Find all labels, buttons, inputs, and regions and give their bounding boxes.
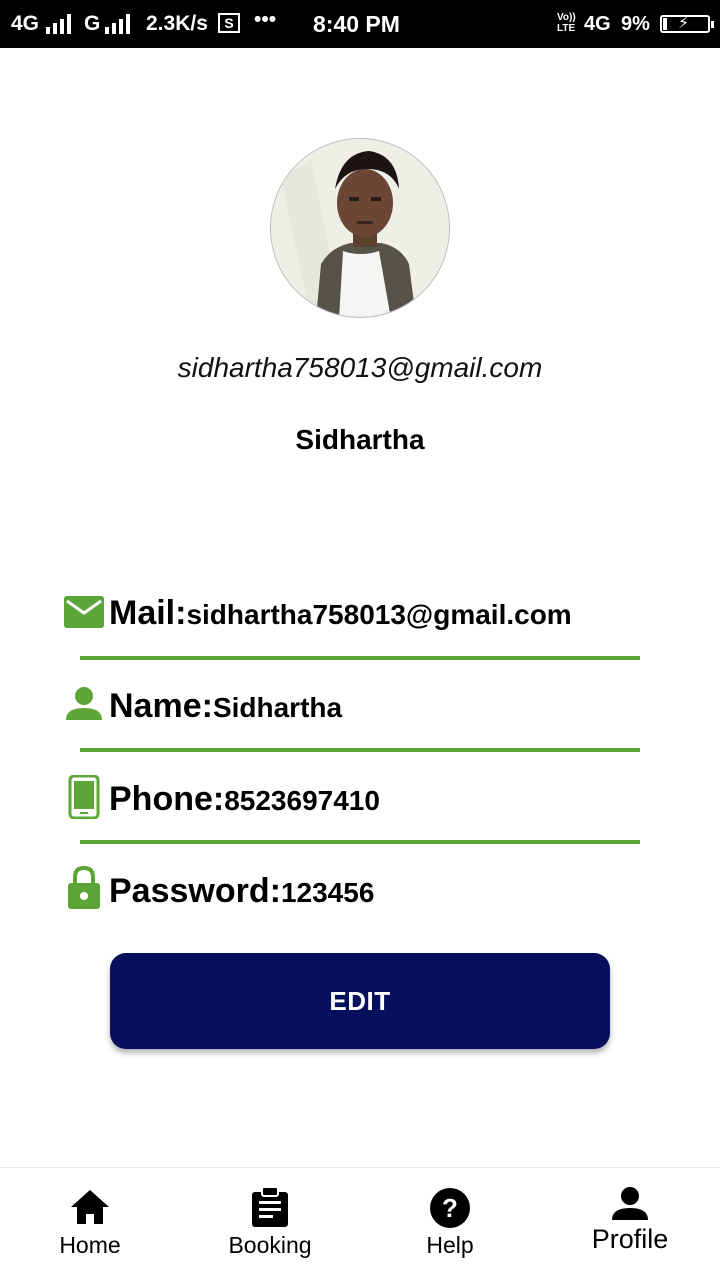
nav-booking[interactable]: Booking	[180, 1168, 360, 1281]
phone-field: Phone:8523697410	[109, 780, 380, 819]
mail-value: sidhartha758013@gmail.com	[186, 599, 572, 630]
profile-email: sidhartha758013@gmail.com	[177, 352, 543, 383]
nav-profile-label: Profile	[591, 1224, 669, 1254]
bottom-navigation: Home Booking ? Help Profile	[0, 1167, 720, 1281]
phone-label: Phone:	[109, 780, 225, 818]
network-speed: 2.3K/s	[146, 12, 208, 35]
profile-icon	[612, 1187, 648, 1220]
nav-booking-label: Booking	[228, 1232, 312, 1258]
nav-help[interactable]: ? Help	[360, 1168, 540, 1281]
name-divider	[80, 748, 640, 752]
nav-help-label: Help	[426, 1232, 474, 1258]
person-icon	[66, 686, 106, 726]
signal-icon-2	[105, 14, 130, 34]
home-icon	[71, 1190, 109, 1224]
volte-indicator: Vo)) LTE	[557, 12, 576, 34]
name-value: Sidhartha	[212, 692, 343, 723]
password-label: Password:	[109, 872, 281, 910]
network-type-1: 4G	[11, 12, 40, 35]
clock: 8:40 PM	[313, 11, 400, 37]
network-type-3: 4G	[584, 13, 611, 35]
edit-button[interactable]: EDIT	[110, 953, 610, 1049]
phone-divider	[80, 840, 640, 844]
phone-value: 8523697410	[224, 785, 380, 816]
network-type-2: G	[84, 12, 101, 35]
help-icon: ?	[430, 1188, 470, 1228]
nav-home-label: Home	[59, 1232, 121, 1258]
booking-icon	[252, 1186, 288, 1227]
name-field: Name:Sidhartha	[109, 687, 342, 726]
screenshot-icon: S	[218, 13, 240, 33]
mail-divider	[80, 656, 640, 660]
nav-profile[interactable]: Profile	[540, 1168, 720, 1281]
svg-text:?: ?	[442, 1193, 458, 1223]
profile-avatar[interactable]	[270, 138, 450, 318]
signal-icon-1	[46, 14, 71, 34]
nav-home[interactable]: Home	[0, 1168, 180, 1281]
more-notifications-icon: •••	[254, 8, 277, 31]
password-field: Password:123456	[109, 872, 374, 911]
password-value: 123456	[280, 877, 375, 908]
mail-field: Mail:sidhartha758013@gmail.com	[109, 594, 572, 633]
mail-icon	[64, 594, 104, 634]
mail-label: Mail:	[109, 594, 187, 632]
battery-percent: 9%	[621, 13, 650, 35]
battery-icon: ⚡	[660, 15, 714, 33]
lock-icon	[67, 865, 107, 909]
name-label: Name:	[109, 687, 213, 725]
profile-name: Sidhartha	[295, 424, 425, 455]
phone-icon	[68, 774, 108, 820]
status-bar: 4G G 2.3K/s S ••• 8:40 PM Vo)) LTE 4G 9%…	[0, 0, 720, 48]
avatar-photo	[271, 139, 449, 317]
